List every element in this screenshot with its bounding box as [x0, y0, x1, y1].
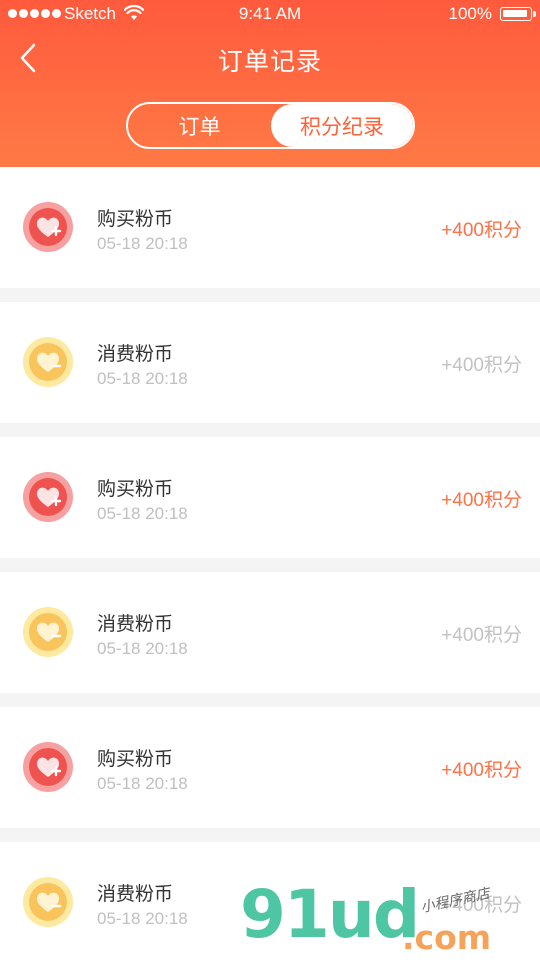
- list-item[interactable]: 购买粉币 05-18 20:18 +400积分: [0, 707, 540, 828]
- heart-minus-coin-icon: [23, 607, 73, 657]
- battery-percentage: 100%: [448, 4, 492, 23]
- watermark-logo: 91ud .com 小程序商店: [240, 880, 540, 960]
- watermark-tld: .com: [402, 918, 492, 957]
- record-title: 消费粉币: [97, 344, 174, 365]
- record-amount: +400积分: [441, 220, 522, 241]
- heart-minus-coin-icon: [23, 337, 73, 387]
- battery-icon: [500, 7, 536, 21]
- record-date: 05-18 20:18: [97, 774, 188, 793]
- heart-plus-coin-icon: [23, 472, 73, 522]
- list-item[interactable]: 购买粉币 05-18 20:18 +400积分: [0, 437, 540, 558]
- tab-orders[interactable]: 订单: [128, 104, 271, 147]
- record-title: 消费粉币: [97, 884, 174, 905]
- list-item[interactable]: 购买粉币 05-18 20:18 +400积分: [0, 167, 540, 288]
- record-amount: +400积分: [441, 760, 522, 781]
- status-bar: Sketch 9:41 AM 100%: [0, 0, 540, 28]
- tab-points-records[interactable]: 积分纪录: [271, 104, 413, 147]
- list-item[interactable]: 消费粉币 05-18 20:18 +400积分: [0, 302, 540, 423]
- heart-plus-coin-icon: [23, 202, 73, 252]
- watermark-tagline: 小程序商店: [419, 884, 491, 916]
- record-title: 购买粉币: [97, 479, 174, 500]
- header: Sketch 9:41 AM 100% 订单记录 订单 积分纪录: [0, 0, 540, 167]
- heart-minus-coin-icon: [23, 877, 73, 927]
- record-amount: +400积分: [441, 625, 522, 646]
- watermark-brand: 91ud: [240, 876, 420, 953]
- record-amount: +400积分: [441, 490, 522, 511]
- record-title: 消费粉币: [97, 614, 174, 635]
- page-title: 订单记录: [217, 48, 322, 76]
- record-title: 购买粉币: [97, 749, 174, 770]
- record-amount: +400积分: [441, 355, 522, 376]
- record-date: 05-18 20:18: [97, 369, 188, 388]
- record-date: 05-18 20:18: [97, 639, 188, 658]
- record-date: 05-18 20:18: [97, 909, 188, 928]
- record-date: 05-18 20:18: [97, 234, 188, 253]
- list-item[interactable]: 消费粉币 05-18 20:18 +400积分: [0, 572, 540, 693]
- record-date: 05-18 20:18: [97, 504, 188, 523]
- segmented-control: 订单 积分纪录: [126, 102, 415, 149]
- record-title: 购买粉币: [97, 209, 174, 230]
- heart-plus-coin-icon: [23, 742, 73, 792]
